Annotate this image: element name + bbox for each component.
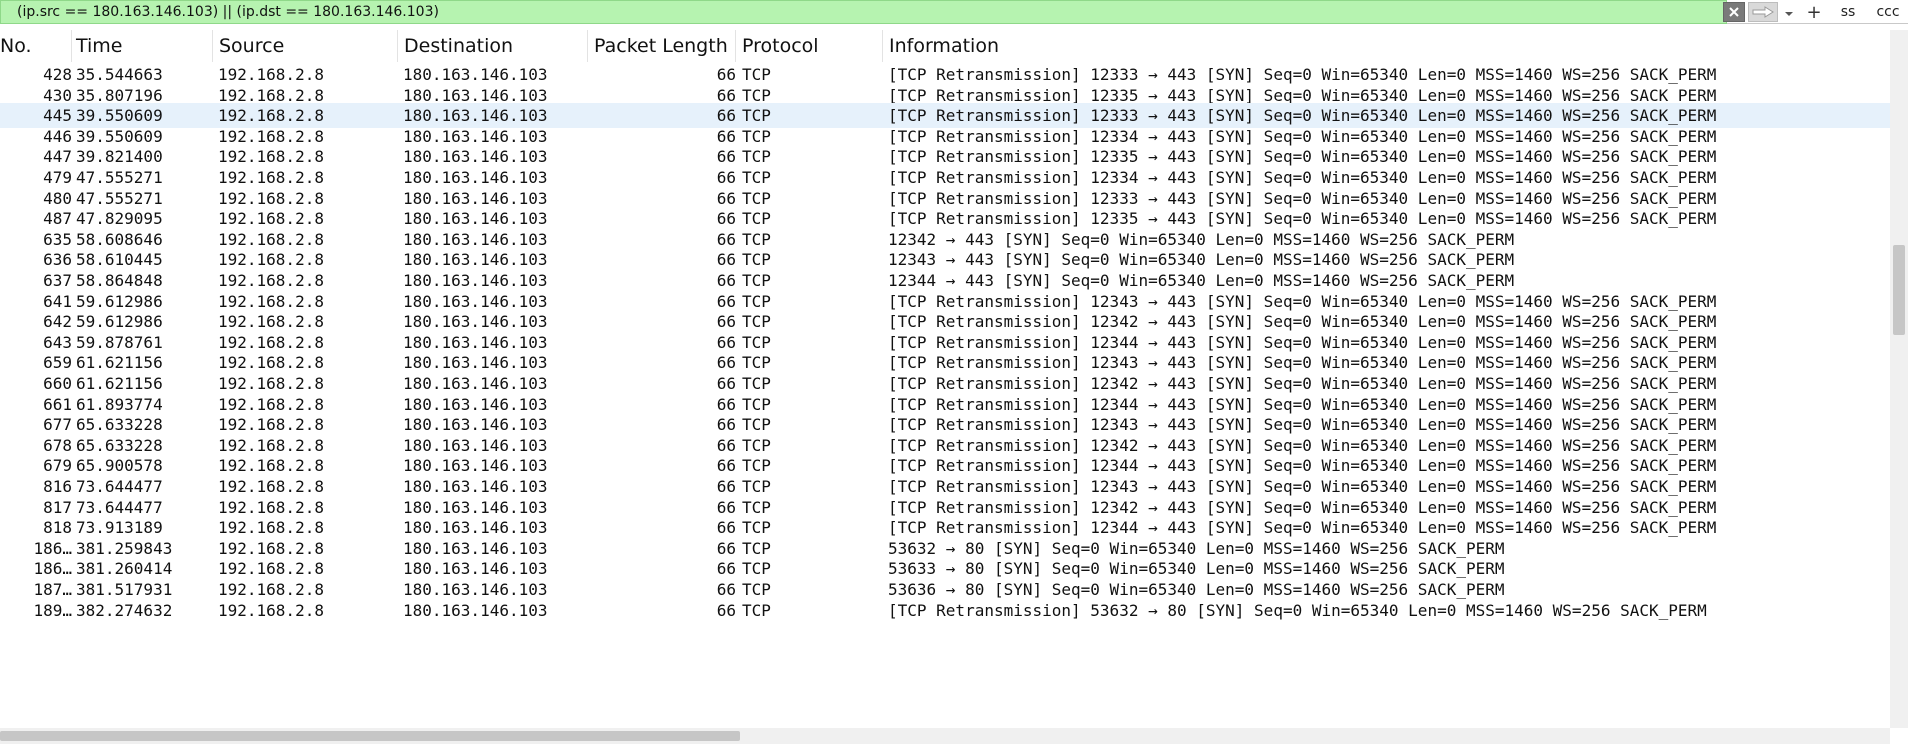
column-header-packet-length[interactable]: Packet Length xyxy=(588,30,736,62)
column-header-information[interactable]: Information xyxy=(883,30,1890,62)
cell-no: 189… xyxy=(33,601,72,620)
column-header-destination[interactable]: Destination xyxy=(398,30,588,62)
cell-information: [TCP Retransmission] 53632 → 80 [SYN] Se… xyxy=(888,601,1707,620)
cell-time: 382.274632 xyxy=(76,601,173,620)
display-filter-toolbar: + ss ccc xyxy=(0,0,1908,24)
cell-destination: 180.163.146.103 xyxy=(403,601,548,620)
apply-filter-button[interactable] xyxy=(1748,2,1778,22)
packet-list-header: No. Time Source Destination Packet Lengt… xyxy=(0,30,1890,62)
add-filter-button[interactable]: + xyxy=(1805,2,1823,23)
column-header-no[interactable]: No. xyxy=(0,30,72,62)
column-header-source[interactable]: Source xyxy=(213,30,398,62)
cell-source: 192.168.2.8 xyxy=(218,601,324,620)
filter-button-ccc[interactable]: ccc xyxy=(1870,2,1906,22)
packet-list: 428 35.544663 192.168.2.8 180.163.146.103 66… xyxy=(0,62,1890,728)
cell-packet-length: 66 xyxy=(716,601,736,620)
packet-row[interactable]: 189… 382.274632 192.168.2.8 180.163.146.103… xyxy=(0,598,1890,623)
column-header-protocol[interactable]: Protocol xyxy=(736,30,883,62)
horizontal-scrollbar-thumb[interactable] xyxy=(0,731,740,741)
close-icon xyxy=(1728,6,1740,18)
column-header-time[interactable]: Time xyxy=(70,30,213,62)
chevron-down-icon xyxy=(1784,3,1794,22)
vertical-scrollbar[interactable] xyxy=(1890,30,1908,728)
vertical-scrollbar-thumb[interactable] xyxy=(1893,245,1905,335)
clear-filter-button[interactable] xyxy=(1723,2,1745,22)
arrow-right-icon xyxy=(1752,3,1774,22)
cell-protocol: TCP xyxy=(742,601,771,620)
filter-button-ss[interactable]: ss xyxy=(1830,2,1866,22)
horizontal-scrollbar[interactable] xyxy=(0,728,1890,744)
filter-history-dropdown[interactable] xyxy=(1780,2,1798,22)
display-filter-input[interactable] xyxy=(0,0,1727,24)
